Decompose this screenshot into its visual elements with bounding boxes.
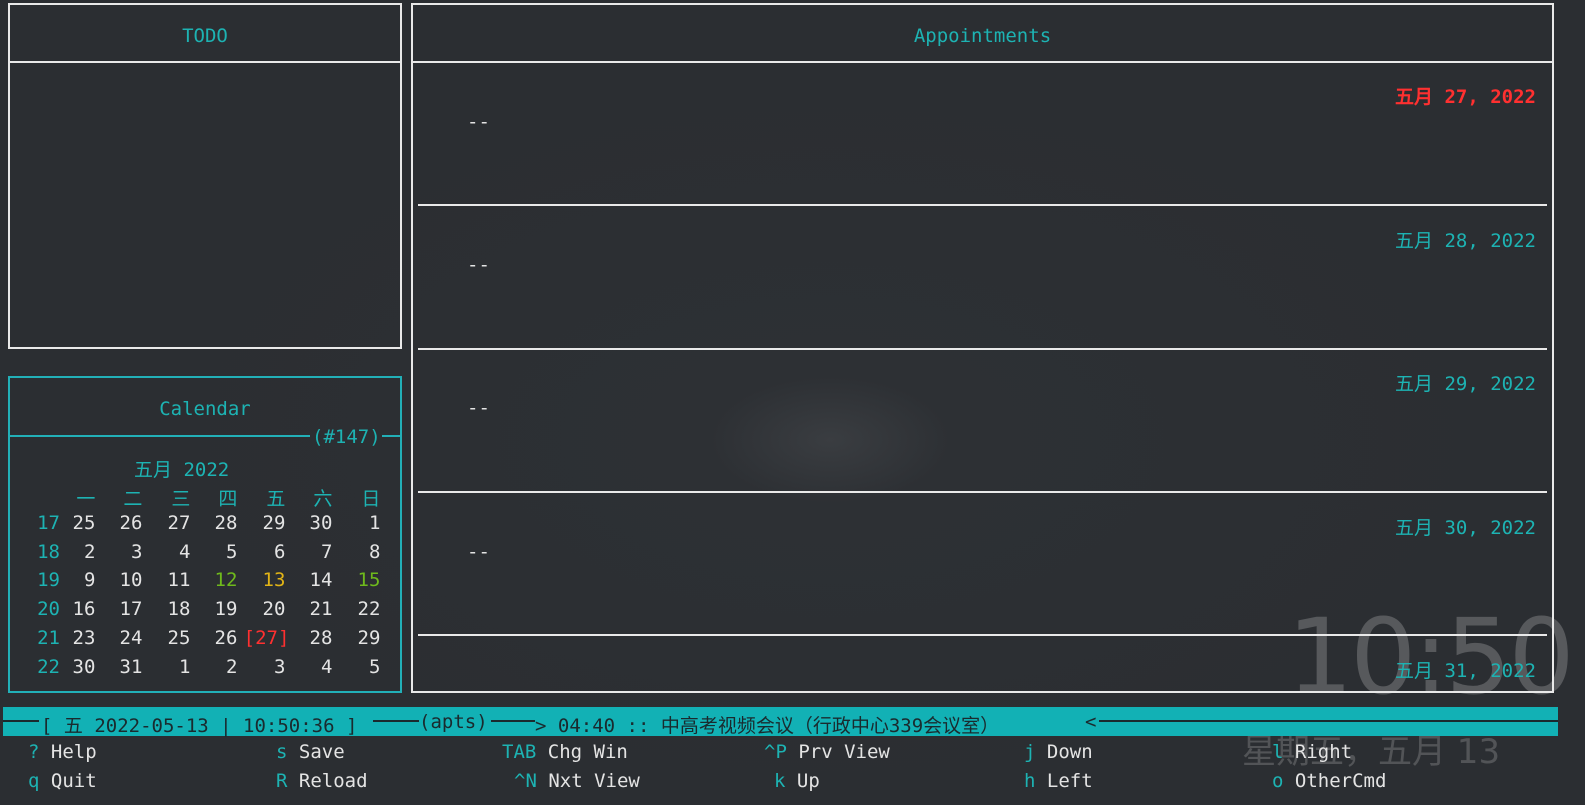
- calendar-day-today[interactable]: [27]: [242, 627, 290, 649]
- weekday-header: 二: [123, 488, 143, 510]
- calendar-day[interactable]: 28: [285, 627, 333, 649]
- calendar-day[interactable]: 29: [333, 627, 381, 649]
- weekday-header: 日: [361, 488, 381, 510]
- calendar-day[interactable]: 30: [48, 656, 96, 678]
- status-bar: [ 五 2022-05-13 | 10:50:36 ] (apts) > 04:…: [3, 707, 1558, 737]
- weekday-header: 一: [76, 488, 96, 510]
- appointment-day-date[interactable]: 五月 31, 2022: [1395, 656, 1536, 683]
- calendar-day[interactable]: 6: [238, 541, 285, 563]
- calendar-day[interactable]: 25: [48, 512, 96, 534]
- appointments-title-divider: [413, 61, 1552, 63]
- keybind-help[interactable]: ? Help: [28, 741, 97, 763]
- keybind-next-view[interactable]: ^N Nxt View: [514, 770, 640, 792]
- calendar-day[interactable]: 3: [95, 541, 142, 563]
- keybind-left[interactable]: h Left: [1024, 770, 1093, 792]
- calendar-day[interactable]: 10: [95, 569, 143, 591]
- day-divider: [418, 204, 1547, 206]
- todo-title-divider: [10, 61, 400, 63]
- calendar-day[interactable]: 13: [238, 569, 286, 591]
- appointments-panel[interactable]: Appointments 五月 27, 2022 -- 五月 28, 2022 …: [411, 3, 1554, 693]
- keybind-up[interactable]: k Up: [774, 770, 820, 792]
- calendar-day[interactable]: 1: [333, 512, 380, 534]
- calendar-day[interactable]: 2: [190, 656, 237, 678]
- calendar-panel[interactable]: Calendar (#147) 五月 2022 一 二 三 四 五 六 日 17…: [8, 376, 402, 693]
- calendar-title-divider-right: [382, 435, 400, 437]
- keybind-save[interactable]: s Save: [276, 741, 345, 763]
- appointment-entry[interactable]: --: [467, 541, 490, 563]
- weekday-header: 六: [313, 488, 333, 510]
- calendar-month-label: 五月 2022: [134, 459, 230, 481]
- calendar-day[interactable]: 11: [143, 569, 191, 591]
- weekday-header: 三: [171, 488, 191, 510]
- calendar-day[interactable]: 31: [95, 656, 143, 678]
- calendar-day[interactable]: 25: [143, 627, 191, 649]
- calendar-day[interactable]: 15: [333, 569, 381, 591]
- status-end-marker: <: [1085, 711, 1097, 733]
- appointment-day-date[interactable]: 五月 30, 2022: [1395, 513, 1536, 540]
- day-divider: [418, 348, 1547, 350]
- calendar-day[interactable]: 19: [190, 598, 238, 620]
- appointment-day-date[interactable]: 五月 28, 2022: [1395, 226, 1536, 253]
- calendar-day[interactable]: 18: [143, 598, 191, 620]
- keybind-quit[interactable]: q Quit: [28, 770, 97, 792]
- day-divider: [418, 491, 1547, 493]
- keybind-reload[interactable]: R Reload: [276, 770, 368, 792]
- status-next-appointment: > 04:40 :: 中高考视频会议（行政中心339会议室）: [535, 715, 1000, 737]
- calendar-day[interactable]: 9: [48, 569, 95, 591]
- appointment-day-date-today[interactable]: 五月 27, 2022: [1395, 82, 1536, 109]
- keybind-down[interactable]: j Down: [1024, 741, 1093, 763]
- calendar-day[interactable]: 26: [190, 627, 238, 649]
- calcurse-terminal: 10:50 星期五，五月 13 TODO Calendar (#147) 五月 …: [0, 0, 1585, 805]
- calendar-day[interactable]: 21: [285, 598, 333, 620]
- calendar-day[interactable]: 22: [333, 598, 381, 620]
- calendar-day[interactable]: 7: [285, 541, 332, 563]
- keybind-right[interactable]: l Right: [1272, 741, 1352, 763]
- calendar-day[interactable]: 29: [238, 512, 286, 534]
- calendar-day[interactable]: 5: [333, 656, 380, 678]
- keybind-change-window[interactable]: TAB Chg Win: [502, 741, 628, 763]
- calendar-title-divider-left: [10, 435, 310, 437]
- calendar-day[interactable]: 24: [95, 627, 143, 649]
- calendar-day[interactable]: 4: [143, 541, 190, 563]
- calendar-day[interactable]: 2: [48, 541, 95, 563]
- calendar-day[interactable]: 16: [48, 598, 96, 620]
- keybind-other-commands[interactable]: o OtherCmd: [1272, 770, 1386, 792]
- todo-title: TODO: [182, 25, 228, 47]
- calendar-day[interactable]: 14: [285, 569, 333, 591]
- calendar-day[interactable]: 4: [285, 656, 332, 678]
- weekday-header: 五: [266, 488, 286, 510]
- calendar-day[interactable]: 8: [333, 541, 380, 563]
- status-mode: (apts): [419, 711, 488, 733]
- calendar-day[interactable]: 26: [95, 512, 143, 534]
- calendar-day[interactable]: 12: [190, 569, 238, 591]
- calendar-day[interactable]: 30: [285, 512, 333, 534]
- calendar-day[interactable]: 3: [238, 656, 285, 678]
- appointment-entry[interactable]: --: [467, 111, 490, 133]
- appointment-day-date[interactable]: 五月 29, 2022: [1395, 369, 1536, 396]
- weekday-header: 四: [218, 488, 238, 510]
- keybind-previous-view[interactable]: ^P Prv View: [764, 741, 890, 763]
- day-divider: [418, 634, 1547, 636]
- calendar-day[interactable]: 20: [238, 598, 286, 620]
- calendar-day[interactable]: 5: [190, 541, 237, 563]
- appointment-entry[interactable]: --: [467, 397, 490, 419]
- todo-panel[interactable]: TODO: [8, 3, 402, 349]
- calendar-day[interactable]: 27: [143, 512, 191, 534]
- calendar-day[interactable]: 23: [48, 627, 96, 649]
- calendar-day[interactable]: 1: [143, 656, 190, 678]
- appointment-entry[interactable]: --: [467, 254, 490, 276]
- appointments-title: Appointments: [913, 25, 1052, 47]
- status-datetime: [ 五 2022-05-13 | 10:50:36 ]: [41, 715, 358, 737]
- calendar-day[interactable]: 28: [190, 512, 238, 534]
- calendar-day[interactable]: 17: [95, 598, 143, 620]
- calendar-title: Calendar: [159, 398, 251, 420]
- day-of-year-badge: (#147): [312, 426, 381, 448]
